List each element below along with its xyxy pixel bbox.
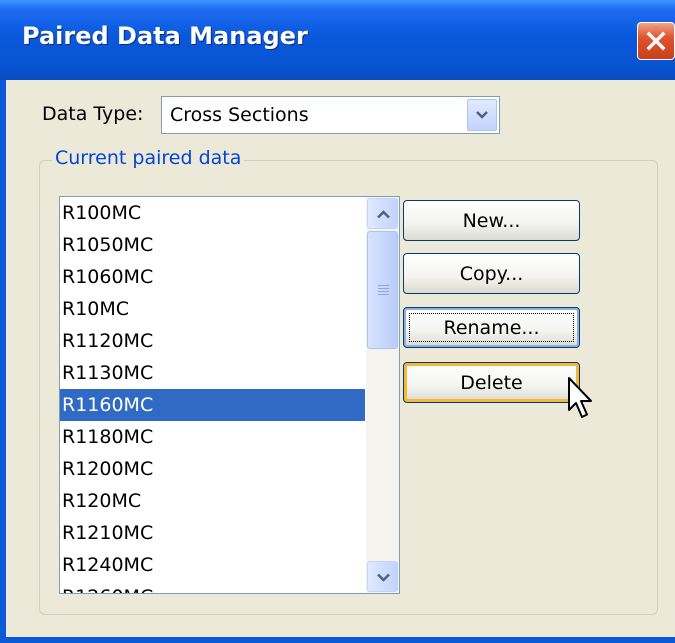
list-item[interactable]: R1060MC xyxy=(60,261,365,293)
list-items: R100MC R1050MC R1060MC R10MC R1120MC R1130MC R… xyxy=(60,197,365,593)
list-item[interactable]: R1240MC xyxy=(60,549,365,581)
window-title: Paired Data Manager xyxy=(22,22,308,50)
new-button[interactable]: New... xyxy=(403,200,580,241)
chevron-down-icon xyxy=(476,111,488,119)
list-item[interactable]: R1260MC xyxy=(60,581,365,593)
close-x-icon xyxy=(646,31,666,51)
vertical-scrollbar[interactable] xyxy=(366,197,399,593)
list-item[interactable]: R1210MC xyxy=(60,517,365,549)
scroll-thumb[interactable] xyxy=(367,231,398,349)
list-item[interactable]: R1180MC xyxy=(60,421,365,453)
list-item[interactable]: R1130MC xyxy=(60,357,365,389)
dialog-body: Data Type: Cross Sections Current paired… xyxy=(6,80,675,637)
scroll-up-button[interactable] xyxy=(367,198,398,229)
list-item[interactable]: R120MC xyxy=(60,485,365,517)
mouse-pointer-icon xyxy=(568,377,592,418)
list-item[interactable]: R1200MC xyxy=(60,453,365,485)
paired-data-list[interactable]: R100MC R1050MC R1060MC R10MC R1120MC R1130MC R… xyxy=(59,196,400,594)
title-bar[interactable]: Paired Data Manager xyxy=(0,0,675,80)
data-type-dropdown[interactable]: Cross Sections xyxy=(161,96,500,134)
rename-button[interactable]: Rename... xyxy=(403,307,580,348)
list-item[interactable]: R100MC xyxy=(60,197,365,229)
chevron-down-icon xyxy=(377,573,390,582)
delete-button[interactable]: Delete xyxy=(403,362,580,403)
list-item[interactable]: R1050MC xyxy=(60,229,365,261)
grip-line xyxy=(378,294,389,295)
grip-line xyxy=(378,285,389,286)
dialog-window: Paired Data Manager Data Type: Cross Sec… xyxy=(0,0,675,643)
grip-line xyxy=(378,288,389,289)
grip-line xyxy=(378,291,389,292)
dropdown-arrow-button[interactable] xyxy=(467,99,497,131)
scroll-down-button[interactable] xyxy=(367,561,398,592)
chevron-up-icon xyxy=(377,210,390,219)
list-item[interactable]: R10MC xyxy=(60,293,365,325)
group-legend: Current paired data xyxy=(52,147,245,169)
list-item[interactable]: R1120MC xyxy=(60,325,365,357)
list-item[interactable]: R1160MC xyxy=(60,389,365,421)
copy-button[interactable]: Copy... xyxy=(403,253,580,294)
close-button[interactable] xyxy=(637,22,675,60)
data-type-value: Cross Sections xyxy=(170,104,309,126)
data-type-label: Data Type: xyxy=(42,103,144,125)
focus-rectangle xyxy=(409,313,574,342)
